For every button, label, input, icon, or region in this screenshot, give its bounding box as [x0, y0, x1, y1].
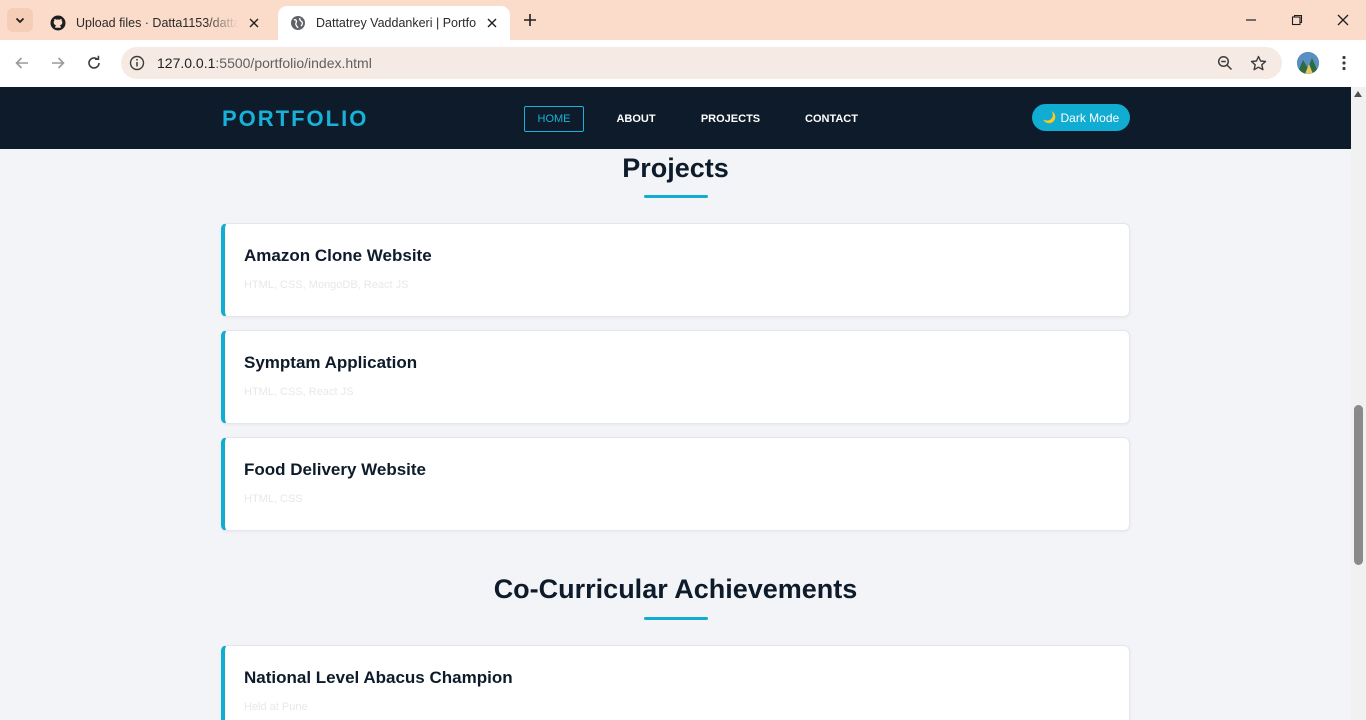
- scroll-up-arrow-icon[interactable]: [1354, 91, 1362, 97]
- achievement-detail: Held at Pune: [244, 701, 308, 713]
- nav-home[interactable]: HOME: [524, 106, 584, 132]
- dark-mode-label: Dark Mode: [1060, 110, 1120, 125]
- page-viewport: PORTFOLIO HOME ABOUT PROJECTS CONTACT 🌙 …: [0, 87, 1351, 720]
- github-icon: [50, 15, 66, 31]
- restore-icon: [1291, 14, 1303, 26]
- browser-menu-icon[interactable]: [1333, 52, 1355, 74]
- tab-portfolio[interactable]: Dattatrey Vaddankeri | Portfolio: [278, 6, 510, 40]
- arrow-right-icon: [52, 57, 65, 69]
- nav-projects[interactable]: PROJECTS: [695, 106, 766, 132]
- project-title: Food Delivery Website: [244, 460, 427, 479]
- nav-about[interactable]: ABOUT: [605, 106, 667, 132]
- url-path: :5500/portfolio/index.html: [215, 55, 372, 71]
- restore-button[interactable]: [1274, 0, 1320, 40]
- forward-button[interactable]: [45, 50, 71, 76]
- minimize-icon: [1246, 19, 1256, 21]
- scrollbar-thumb[interactable]: [1354, 405, 1363, 565]
- url-text[interactable]: 127.0.0.1:5500/portfolio/index.html: [157, 55, 372, 71]
- project-card: Amazon Clone Website HTML, CSS, MongoDB,…: [221, 223, 1130, 317]
- profile-avatar[interactable]: [1297, 52, 1319, 74]
- project-tech: HTML, CSS, React JS: [244, 386, 354, 398]
- close-tab-icon[interactable]: [246, 15, 262, 31]
- zoom-icon[interactable]: [1214, 52, 1236, 74]
- site-info-icon[interactable]: [126, 52, 148, 74]
- site-logo[interactable]: PORTFOLIO: [222, 106, 368, 132]
- close-window-button[interactable]: [1320, 0, 1366, 40]
- plus-icon: [524, 14, 536, 26]
- tab-upload-files[interactable]: Upload files · Datta1153/dattatrey: [38, 6, 272, 40]
- achievements-heading: Co-Curricular Achievements: [493, 574, 858, 604]
- close-tab-icon[interactable]: [484, 15, 500, 31]
- project-title: Amazon Clone Website: [244, 246, 432, 265]
- nav-contact[interactable]: CONTACT: [798, 106, 865, 132]
- minimize-button[interactable]: [1228, 0, 1274, 40]
- project-card: Symptam Application HTML, CSS, React JS: [221, 330, 1130, 424]
- project-tech: HTML, CSS: [244, 493, 303, 505]
- project-tech: HTML, CSS, MongoDB, React JS: [244, 279, 409, 291]
- chevron-down-icon: [15, 17, 25, 24]
- globe-icon: [291, 16, 305, 30]
- new-tab-button[interactable]: [519, 9, 541, 31]
- url-host: 127.0.0.1: [157, 55, 216, 71]
- project-title: Symptam Application: [244, 353, 418, 372]
- arrow-left-icon: [15, 57, 28, 69]
- achievements-heading-underline: [644, 617, 708, 620]
- dark-mode-button[interactable]: 🌙 Dark Mode: [1032, 104, 1130, 131]
- close-icon: [1337, 14, 1349, 26]
- projects-heading-underline: [644, 195, 708, 198]
- project-card: Food Delivery Website HTML, CSS: [221, 437, 1130, 531]
- reload-icon: [88, 55, 100, 69]
- site-navbar: PORTFOLIO HOME ABOUT PROJECTS CONTACT 🌙 …: [0, 87, 1351, 149]
- achievement-title: National Level Abacus Champion: [244, 668, 513, 687]
- achievement-card: National Level Abacus Champion Held at P…: [221, 645, 1130, 720]
- reload-button[interactable]: [81, 50, 107, 76]
- tab-search-button[interactable]: [7, 8, 33, 32]
- page-scrollbar[interactable]: [1351, 87, 1366, 720]
- back-button[interactable]: [9, 50, 35, 76]
- tab-title: Upload files · Datta1153/dattatrey: [76, 16, 238, 30]
- browser-tab-strip: Upload files · Datta1153/dattatrey Datta…: [0, 0, 1366, 40]
- projects-heading: Projects: [622, 153, 729, 183]
- tab-title: Dattatrey Vaddankeri | Portfolio: [316, 16, 476, 30]
- bookmark-star-icon[interactable]: [1247, 52, 1269, 74]
- moon-icon: 🌙: [1042, 112, 1057, 124]
